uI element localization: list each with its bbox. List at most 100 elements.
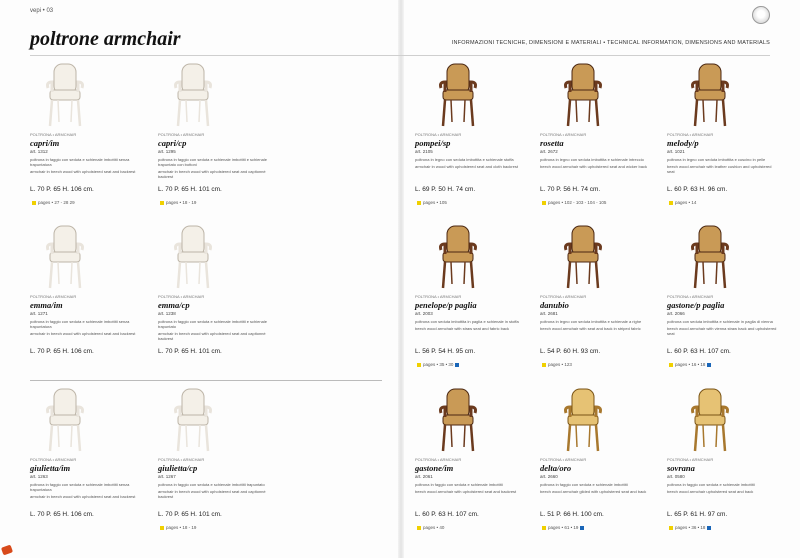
page-references: pages • 18 - 19 <box>158 525 196 530</box>
description-it: poltrona in faggio con seduta e schienal… <box>30 482 130 492</box>
product-dimensions: L. 65 P. 61 H. 97 cm. <box>667 511 728 518</box>
pages-text: pages • 35 • 30 <box>423 362 454 367</box>
page-subtitle: INFORMAZIONI TECNICHE, DIMENSIONI E MATE… <box>451 40 770 46</box>
product-article: art. 2660 <box>540 474 558 479</box>
description-en: beech wood armchair with upholstered sea… <box>415 489 517 494</box>
product-article: art. 2681 <box>540 311 558 316</box>
product-category: POLTRONA • ARMCHAIR <box>415 294 462 299</box>
product-article: art. 1238 <box>158 311 176 316</box>
product-name: delta/oro <box>540 463 572 473</box>
armchair-photo-icon <box>46 63 84 127</box>
page-references: pages • 35 • 30 <box>415 362 461 367</box>
description-it: poltrona in faggio con seduta e schienal… <box>158 157 267 167</box>
product-description: poltrona in faggio con seduta e schienal… <box>667 482 779 494</box>
pages-text: pages • 36 • 18 <box>675 525 706 530</box>
product-article: art. 2066 <box>667 311 685 316</box>
product-dimensions: L. 70 P. 65 H. 101 cm. <box>158 186 222 193</box>
description-it: poltrona in legno con seduta imbottita e… <box>540 157 644 162</box>
product-description: poltrona in legno con seduta imbottita e… <box>540 157 652 169</box>
description-en: beech wood armchair with straw seat and … <box>415 326 510 331</box>
product-card: POLTRONA • ARMCHAIR pompei/sp art. 2105 pol… <box>415 60 533 220</box>
product-description: poltrona con seduta imbottita in paglia … <box>415 319 527 331</box>
page-references: pages • 16 • 18 <box>667 362 713 367</box>
product-name: capri/cp <box>158 138 187 148</box>
product-name: gastone/im <box>415 463 454 473</box>
yellow-swatch-icon <box>669 362 673 367</box>
product-dimensions: L. 69 P. 50 H. 74 cm. <box>415 186 476 193</box>
pages-text: pages • 102 - 103 - 104 - 105 <box>548 200 607 205</box>
product-category: POLTRONA • ARMCHAIR <box>415 132 462 137</box>
product-card: POLTRONA • ARMCHAIR giulietta/im art. 1263… <box>30 385 148 545</box>
description-it: poltrona in legno con seduta imbottita e… <box>667 157 766 162</box>
yellow-swatch-icon <box>417 525 421 530</box>
product-article: art. 1263 <box>30 474 48 479</box>
product-description: poltrona in legno con seduta imbottita e… <box>415 157 527 169</box>
product-description: poltrona in faggio con seduta e schienal… <box>158 319 270 341</box>
product-article: art. 1295 <box>158 149 176 154</box>
description-en: armchair in beech wood with upholstered … <box>30 331 136 336</box>
page-references: pages • 36 • 18 <box>667 525 713 530</box>
yellow-swatch-icon <box>417 362 421 367</box>
product-name: melody/p <box>667 138 699 148</box>
armchair-photo-icon <box>564 388 602 452</box>
product-image <box>158 222 276 292</box>
page-references: pages • 40 <box>415 525 444 530</box>
product-dimensions: L. 70 P. 65 H. 101 cm. <box>158 511 222 518</box>
armchair-photo-icon <box>564 225 602 289</box>
page-references: pages • 61 • 19 <box>540 525 586 530</box>
product-category: POLTRONA • ARMCHAIR <box>158 294 205 299</box>
product-category: POLTRONA • ARMCHAIR <box>415 457 462 462</box>
product-article: art. 1021 <box>667 149 685 154</box>
description-en: armchair in beech wood with upholstered … <box>30 494 136 499</box>
product-card: POLTRONA • ARMCHAIR emma/im art. 1271 poltr… <box>30 222 148 382</box>
description-it: poltrona in faggio con seduta e schienal… <box>158 482 265 487</box>
product-image <box>415 60 533 130</box>
page-references: pages • 14 <box>667 200 696 205</box>
pages-text: pages • 123 <box>548 362 572 367</box>
product-card: POLTRONA • ARMCHAIR penelope/p paglia art.… <box>415 222 533 382</box>
yellow-swatch-icon <box>669 525 673 530</box>
description-en: beech wood armchair with seat and back i… <box>540 326 641 331</box>
corner-tab-icon <box>0 544 14 556</box>
product-name: sovrana <box>667 463 695 473</box>
armchair-photo-icon <box>46 388 84 452</box>
description-it: poltrona in faggio con seduta e schienal… <box>158 319 267 329</box>
product-image <box>415 385 533 455</box>
armchair-photo-icon <box>564 63 602 127</box>
product-card: POLTRONA • ARMCHAIR giulietta/cp art. 1267… <box>158 385 276 545</box>
product-card: POLTRONA • ARMCHAIR danubio art. 2681 poltr… <box>540 222 658 382</box>
blue-swatch-icon <box>707 362 712 367</box>
description-en: armchair in beech wood with upholstered … <box>30 169 136 174</box>
yellow-swatch-icon <box>542 362 546 367</box>
product-card: POLTRONA • ARMCHAIR gastone/p paglia art. … <box>667 222 785 382</box>
product-category: POLTRONA • ARMCHAIR <box>667 132 714 137</box>
armchair-photo-icon <box>691 63 729 127</box>
product-dimensions: L. 54 P. 60 H. 93 cm. <box>540 348 601 355</box>
product-article: art. 1267 <box>158 474 176 479</box>
product-image <box>30 222 148 292</box>
product-description: poltrona in faggio con seduta e schienal… <box>30 482 142 499</box>
product-article: art. 1271 <box>30 311 48 316</box>
product-category: POLTRONA • ARMCHAIR <box>30 132 77 137</box>
description-en: beech wood armchair with upholstered sea… <box>540 164 647 169</box>
product-image <box>667 222 785 292</box>
product-dimensions: L. 70 P. 65 H. 101 cm. <box>158 348 222 355</box>
product-name: emma/im <box>30 300 63 310</box>
page-references: pages • 18 - 19 <box>158 200 196 205</box>
product-description: poltrona in legno con seduta imbottita e… <box>540 319 652 331</box>
product-description: poltrona in faggio con seduta e schienal… <box>540 482 652 494</box>
product-description: poltrona in faggio con seduta e schienal… <box>415 482 527 494</box>
page-label: vepi • 03 <box>30 8 54 14</box>
description-it: poltrona con seduta imbottita in paglia … <box>415 319 519 324</box>
product-category: POLTRONA • ARMCHAIR <box>30 294 77 299</box>
page-references: pages • 27 - 28 29 <box>30 200 75 205</box>
product-description: poltrona in faggio con seduta e schienal… <box>30 319 142 336</box>
header-divider <box>30 55 770 56</box>
product-article: art. 2105 <box>415 149 433 154</box>
product-image <box>30 60 148 130</box>
armchair-photo-icon <box>439 225 477 289</box>
yellow-swatch-icon <box>417 200 421 205</box>
product-name: emma/cp <box>158 300 190 310</box>
product-card: POLTRONA • ARMCHAIR delta/oro art. 2660 pol… <box>540 385 658 545</box>
product-description: poltrona con seduta imbottita e schienal… <box>667 319 779 336</box>
